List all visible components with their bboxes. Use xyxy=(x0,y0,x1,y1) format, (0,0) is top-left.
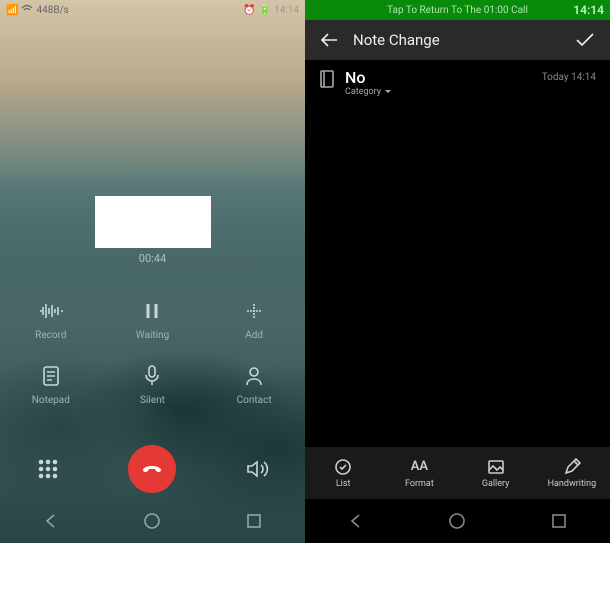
note-icon xyxy=(38,363,64,389)
contacts-button[interactable]: Contact xyxy=(203,363,305,406)
status-bar-left: 📶 448B/s ⏰ 🔋 14:14 xyxy=(0,0,305,20)
back-arrow-icon[interactable] xyxy=(319,32,339,48)
gallery-button[interactable]: Gallery xyxy=(458,447,534,499)
category-label: Category xyxy=(345,87,381,97)
battery-icon: 🔋 xyxy=(259,5,271,16)
nav-bar-left xyxy=(0,499,305,543)
waiting-button[interactable]: Waiting xyxy=(102,298,204,341)
mute-button[interactable]: Silent xyxy=(102,363,204,406)
waveform-icon xyxy=(38,298,64,324)
status-time: 14:14 xyxy=(274,5,299,16)
record-button[interactable]: Record xyxy=(0,298,102,341)
back-nav-icon[interactable] xyxy=(346,511,366,531)
format-button[interactable]: AA Format xyxy=(381,447,457,499)
confirm-button[interactable] xyxy=(574,32,596,48)
notebook-icon xyxy=(319,70,335,88)
recent-nav-icon[interactable] xyxy=(244,511,264,531)
header-title: Note Change xyxy=(353,31,560,49)
nav-bar-right xyxy=(305,499,610,543)
notepad-button[interactable]: Notepad xyxy=(0,363,102,406)
list-button[interactable]: List xyxy=(305,447,381,499)
person-icon xyxy=(241,363,267,389)
wifi-icon xyxy=(21,4,33,17)
dialpad-icon xyxy=(37,458,59,480)
note-date: Today 14:14 xyxy=(542,72,596,83)
font-icon: AA xyxy=(411,458,428,476)
speaker-icon xyxy=(245,458,269,480)
call-timer: 00:44 xyxy=(139,252,166,265)
category-dropdown[interactable]: Category xyxy=(345,87,532,97)
end-call-button[interactable] xyxy=(128,445,176,493)
contact-photo xyxy=(95,196,211,248)
recent-nav-icon[interactable] xyxy=(549,511,569,531)
mic-icon xyxy=(139,363,165,389)
alarm-icon: ⏰ xyxy=(243,5,255,16)
signal-icon: 📶 xyxy=(6,5,18,16)
hangup-icon xyxy=(139,456,165,482)
note-header: Note Change xyxy=(305,20,610,60)
image-icon xyxy=(487,458,505,476)
note-meta: No Category Today 14:14 xyxy=(305,60,610,105)
pen-icon xyxy=(563,458,581,476)
return-to-call-label: Tap To Return To The 01:00 Call xyxy=(387,5,528,16)
plus-icon xyxy=(241,298,267,324)
note-editor-screen: Tap To Return To The 01:00 Call 14:14 No… xyxy=(305,0,610,543)
note-title[interactable]: No xyxy=(345,68,532,87)
pause-icon xyxy=(139,298,165,324)
status-time-right: 14:14 xyxy=(573,3,604,17)
add-call-button[interactable]: Add xyxy=(203,298,305,341)
home-nav-icon[interactable] xyxy=(447,511,467,531)
chevron-down-icon xyxy=(384,89,392,95)
call-screen: 📶 448B/s ⏰ 🔋 14:14 00:44 Record Waiting xyxy=(0,0,305,543)
list-check-icon xyxy=(334,458,352,476)
speaker-button[interactable] xyxy=(242,454,272,484)
handwriting-button[interactable]: Handwriting xyxy=(534,447,610,499)
network-speed: 448B/s xyxy=(36,5,68,16)
back-nav-icon[interactable] xyxy=(41,511,61,531)
dialpad-button[interactable] xyxy=(33,454,63,484)
home-nav-icon[interactable] xyxy=(142,511,162,531)
return-to-call-bar[interactable]: Tap To Return To The 01:00 Call 14:14 xyxy=(305,0,610,20)
note-toolbar: List AA Format Gallery Handwriting xyxy=(305,447,610,499)
